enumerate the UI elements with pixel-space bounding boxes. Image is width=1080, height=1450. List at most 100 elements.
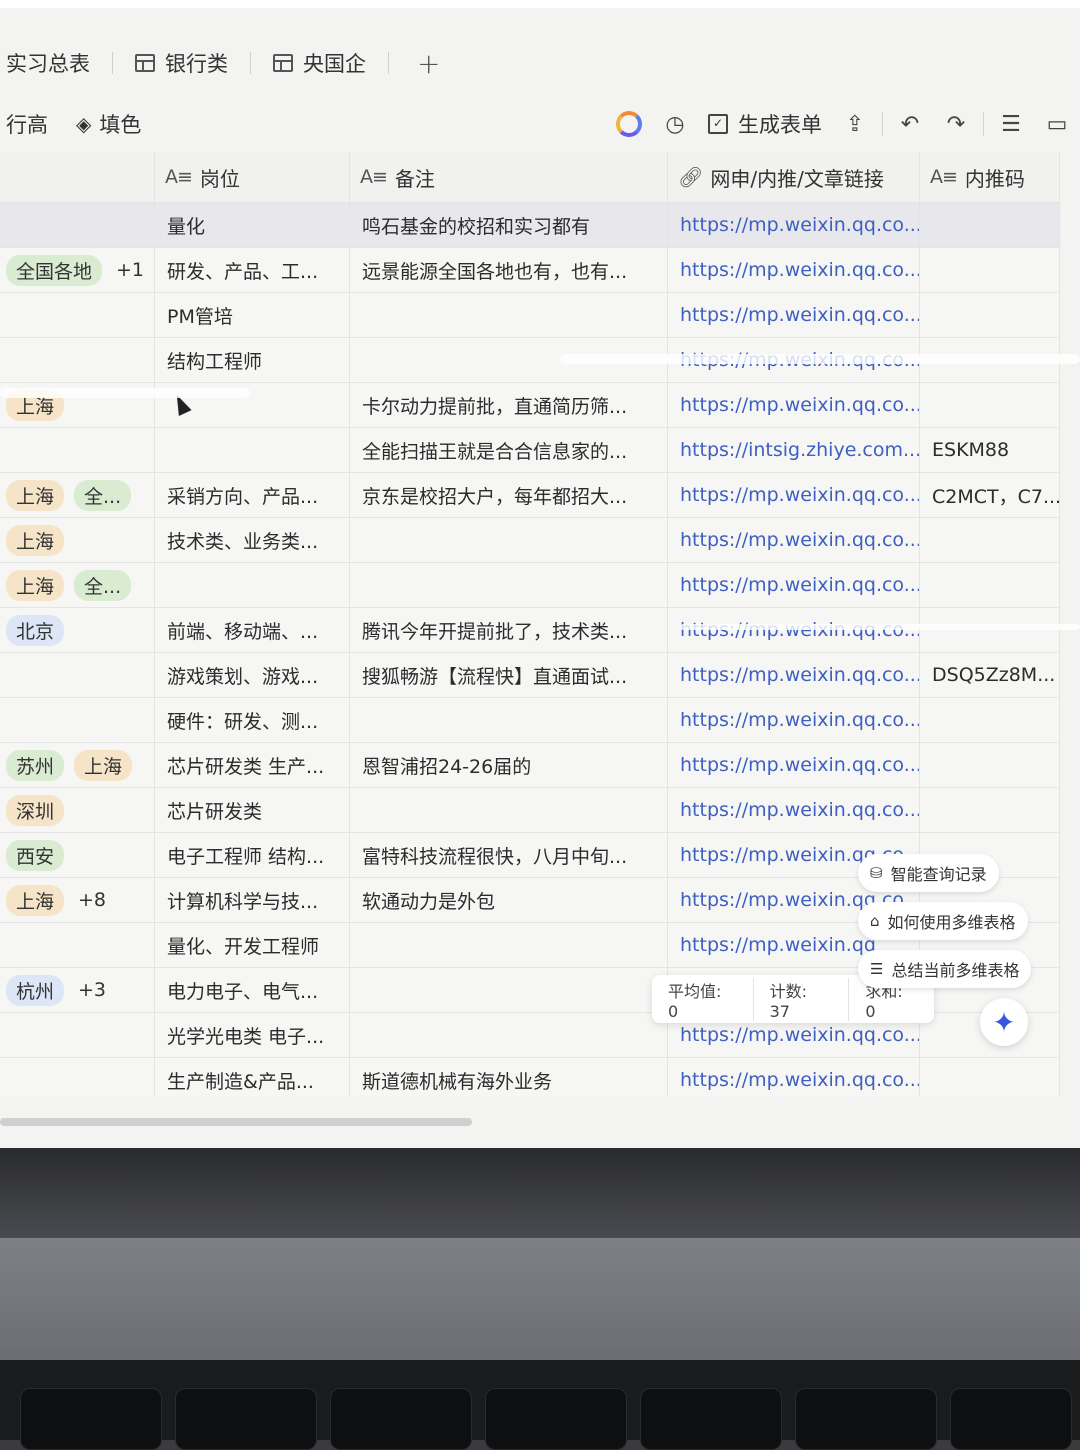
- note-cell[interactable]: 腾讯今年开提前批了，技术类...: [350, 608, 668, 652]
- position-cell[interactable]: 技术类、业务类...: [155, 518, 350, 562]
- location-cell[interactable]: 上海 +8: [0, 878, 155, 922]
- location-cell[interactable]: [0, 653, 155, 697]
- tab-soe[interactable]: 央国企: [251, 43, 388, 83]
- search-button[interactable]: ☰: [988, 98, 1034, 150]
- location-cell[interactable]: [0, 428, 155, 472]
- redo-button[interactable]: ↷: [933, 98, 979, 150]
- note-cell[interactable]: [350, 518, 668, 562]
- link-cell[interactable]: https://mp.weixin.qq.co...: [668, 698, 920, 742]
- location-cell[interactable]: 上海 全...: [0, 563, 155, 607]
- header-position[interactable]: A≡ 岗位: [155, 152, 350, 202]
- position-cell[interactable]: 游戏策划、游戏...: [155, 653, 350, 697]
- position-cell[interactable]: 生产制造&产品...: [155, 1058, 350, 1097]
- referral-code-cell[interactable]: [920, 698, 1060, 742]
- location-cell[interactable]: 北京: [0, 608, 155, 652]
- share-button[interactable]: ⇪: [832, 98, 878, 150]
- location-cell[interactable]: [0, 923, 155, 967]
- row-height-button[interactable]: 行高: [0, 109, 62, 139]
- header-referral-code[interactable]: A≡ 内推码: [920, 152, 1060, 202]
- link-cell[interactable]: https://mp.weixin.qq.co...: [668, 788, 920, 832]
- header-link[interactable]: 🔗︎ 网申/内推/文章链接: [668, 152, 920, 202]
- table-row[interactable]: 上海 全... 采销方向、产品... 京东是校招大户，每年都招大... https://…: [0, 473, 1060, 518]
- link-cell[interactable]: https://mp.weixin.qq.co...: [668, 563, 920, 607]
- location-cell[interactable]: 杭州 +3: [0, 968, 155, 1012]
- referral-code-cell[interactable]: [920, 608, 1060, 652]
- location-cell[interactable]: 西安: [0, 833, 155, 877]
- position-cell[interactable]: 芯片研发类 生产...: [155, 743, 350, 787]
- note-cell[interactable]: [350, 923, 668, 967]
- referral-code-cell[interactable]: [920, 743, 1060, 787]
- note-cell[interactable]: [350, 1013, 668, 1057]
- table-row[interactable]: 游戏策划、游戏... 搜狐畅游【流程快】直通面试... https://mp.wei…: [0, 653, 1060, 698]
- position-cell[interactable]: 量化: [155, 203, 350, 247]
- note-cell[interactable]: [350, 788, 668, 832]
- header-note[interactable]: A≡ 备注: [350, 152, 668, 202]
- table-row[interactable]: 深圳 芯片研发类 https://mp.weixin.qq.co...: [0, 788, 1060, 833]
- table-row[interactable]: PM管培 https://mp.weixin.qq.co...: [0, 293, 1060, 338]
- comment-button[interactable]: ▭: [1034, 98, 1080, 150]
- link-cell[interactable]: https://mp.weixin.qq.co...: [668, 248, 920, 292]
- position-cell[interactable]: 采销方向、产品...: [155, 473, 350, 517]
- table-row[interactable]: 全国各地 +1 研发、产品、工... 远景能源全国各地也有，也有... https://…: [0, 248, 1060, 293]
- referral-code-cell[interactable]: [920, 518, 1060, 562]
- smart-query-record-button[interactable]: ⛁ 智能查询记录: [858, 854, 999, 892]
- referral-code-cell[interactable]: [920, 563, 1060, 607]
- add-view-button[interactable]: +: [389, 47, 468, 80]
- referral-code-cell[interactable]: DSQ5Zz8M...: [920, 653, 1060, 697]
- location-cell[interactable]: 全国各地 +1: [0, 248, 155, 292]
- position-cell[interactable]: 研发、产品、工...: [155, 248, 350, 292]
- link-cell[interactable]: https://mp.weixin.qq.co...: [668, 203, 920, 247]
- location-cell[interactable]: [0, 1058, 155, 1097]
- link-cell[interactable]: https://mp.weixin.qq.co...: [668, 518, 920, 562]
- referral-code-cell[interactable]: C2MCT，C7...: [920, 473, 1060, 517]
- location-cell[interactable]: [0, 293, 155, 337]
- table-row[interactable]: 上海 技术类、业务类... https://mp.weixin.qq.co...: [0, 518, 1060, 563]
- location-cell[interactable]: [0, 698, 155, 742]
- how-to-use-button[interactable]: ⌂ 如何使用多维表格: [858, 902, 1028, 940]
- note-cell[interactable]: [350, 293, 668, 337]
- location-cell[interactable]: 上海 全...: [0, 473, 155, 517]
- note-cell[interactable]: [350, 563, 668, 607]
- link-cell[interactable]: https://intsig.zhiye.com...: [668, 428, 920, 472]
- note-cell[interactable]: 远景能源全国各地也有，也有...: [350, 248, 668, 292]
- position-cell[interactable]: [155, 563, 350, 607]
- link-cell[interactable]: https://mp.weixin.qq.co...: [668, 473, 920, 517]
- link-cell[interactable]: https://mp.weixin.qq.co...: [668, 653, 920, 697]
- fill-color-button[interactable]: ◈ 填色: [62, 109, 155, 139]
- table-row[interactable]: 北京 前端、移动端、... 腾讯今年开提前批了，技术类... https://mp.w…: [0, 608, 1060, 653]
- position-cell[interactable]: 计算机科学与技...: [155, 878, 350, 922]
- note-cell[interactable]: [350, 968, 668, 1012]
- position-cell[interactable]: 硬件：研发、测...: [155, 698, 350, 742]
- location-cell[interactable]: [0, 203, 155, 247]
- note-cell[interactable]: 京东是校招大户，每年都招大...: [350, 473, 668, 517]
- note-cell[interactable]: 恩智浦招24-26届的: [350, 743, 668, 787]
- link-cell[interactable]: https://mp.weixin.qq.co...: [668, 743, 920, 787]
- header-location[interactable]: [0, 152, 155, 202]
- undo-button[interactable]: ↶: [887, 98, 933, 150]
- table-row[interactable]: 硬件：研发、测... https://mp.weixin.qq.co...: [0, 698, 1060, 743]
- referral-code-cell[interactable]: [920, 788, 1060, 832]
- location-cell[interactable]: 苏州 上海: [0, 743, 155, 787]
- horizontal-scrollbar[interactable]: [0, 1118, 472, 1126]
- referral-code-cell[interactable]: ESKM88: [920, 428, 1060, 472]
- position-cell[interactable]: 量化、开发工程师: [155, 923, 350, 967]
- note-cell[interactable]: 卡尔动力提前批，直通简历筛...: [350, 383, 668, 427]
- generate-form-button[interactable]: ✓ 生成表单: [698, 109, 832, 139]
- summarize-table-button[interactable]: ☰ 总结当前多维表格: [858, 950, 1032, 988]
- referral-code-cell[interactable]: [920, 383, 1060, 427]
- referral-code-cell[interactable]: [920, 203, 1060, 247]
- note-cell[interactable]: 鸣石基金的校招和实习都有: [350, 203, 668, 247]
- table-row[interactable]: 上海 全... https://mp.weixin.qq.co...: [0, 563, 1060, 608]
- location-cell[interactable]: [0, 1013, 155, 1057]
- table-row[interactable]: 量化 鸣石基金的校招和实习都有 https://mp.weixin.qq.co...: [0, 203, 1060, 248]
- ai-ring-button[interactable]: [606, 98, 652, 150]
- link-cell[interactable]: https://mp.weixin.qq.co...: [668, 383, 920, 427]
- note-cell[interactable]: 搜狐畅游【流程快】直通面试...: [350, 653, 668, 697]
- position-cell[interactable]: 结构工程师: [155, 338, 350, 382]
- location-cell[interactable]: [0, 338, 155, 382]
- referral-code-cell[interactable]: [920, 1058, 1060, 1097]
- table-row[interactable]: 苏州 上海 芯片研发类 生产... 恩智浦招24-26届的 https://mp.wei…: [0, 743, 1060, 788]
- note-cell[interactable]: 软通动力是外包: [350, 878, 668, 922]
- table-row[interactable]: 全能扫描王就是合合信息家的... https://intsig.zhiye.com…: [0, 428, 1060, 473]
- referral-code-cell[interactable]: [920, 293, 1060, 337]
